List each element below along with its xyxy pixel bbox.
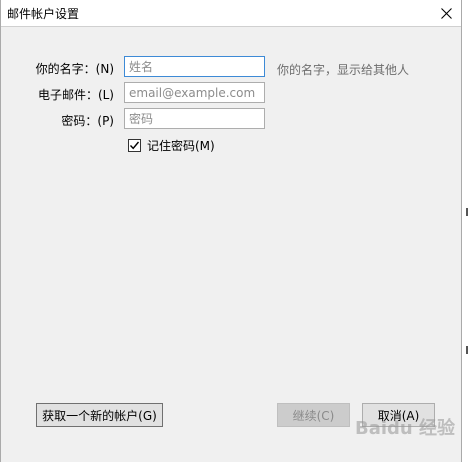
continue-button[interactable]: 继续(C): [277, 403, 350, 427]
account-setup-dialog: 邮件帐户设置 你的名字：(N) 你的名字，显示给其他人 电子邮件：(L) 密码：…: [0, 0, 462, 462]
password-label: 密码：(P): [61, 114, 114, 128]
close-icon: [440, 7, 452, 19]
window-title: 邮件帐户设置: [7, 7, 80, 21]
name-label: 你的名字：(N): [35, 62, 114, 76]
close-button[interactable]: [435, 3, 457, 23]
checkmark-icon: [129, 141, 140, 150]
password-input[interactable]: [124, 108, 265, 129]
edge-tick-lower: [466, 346, 468, 354]
remember-password-label: 记住密码(M): [147, 139, 215, 153]
remember-password-row[interactable]: 记住密码(M): [128, 137, 215, 154]
email-input[interactable]: [124, 82, 265, 103]
remember-password-checkbox[interactable]: [128, 139, 141, 152]
background-edge: [462, 0, 472, 462]
name-hint: 你的名字，显示给其他人: [277, 63, 410, 77]
get-new-account-button[interactable]: 获取一个新的帐户(G): [36, 403, 163, 427]
edge-tick-upper: [466, 208, 468, 216]
title-bar: 邮件帐户设置: [1, 0, 461, 27]
email-label: 电子邮件：(L): [37, 88, 114, 102]
cancel-button[interactable]: 取消(A): [362, 403, 435, 427]
name-input[interactable]: [124, 56, 265, 77]
